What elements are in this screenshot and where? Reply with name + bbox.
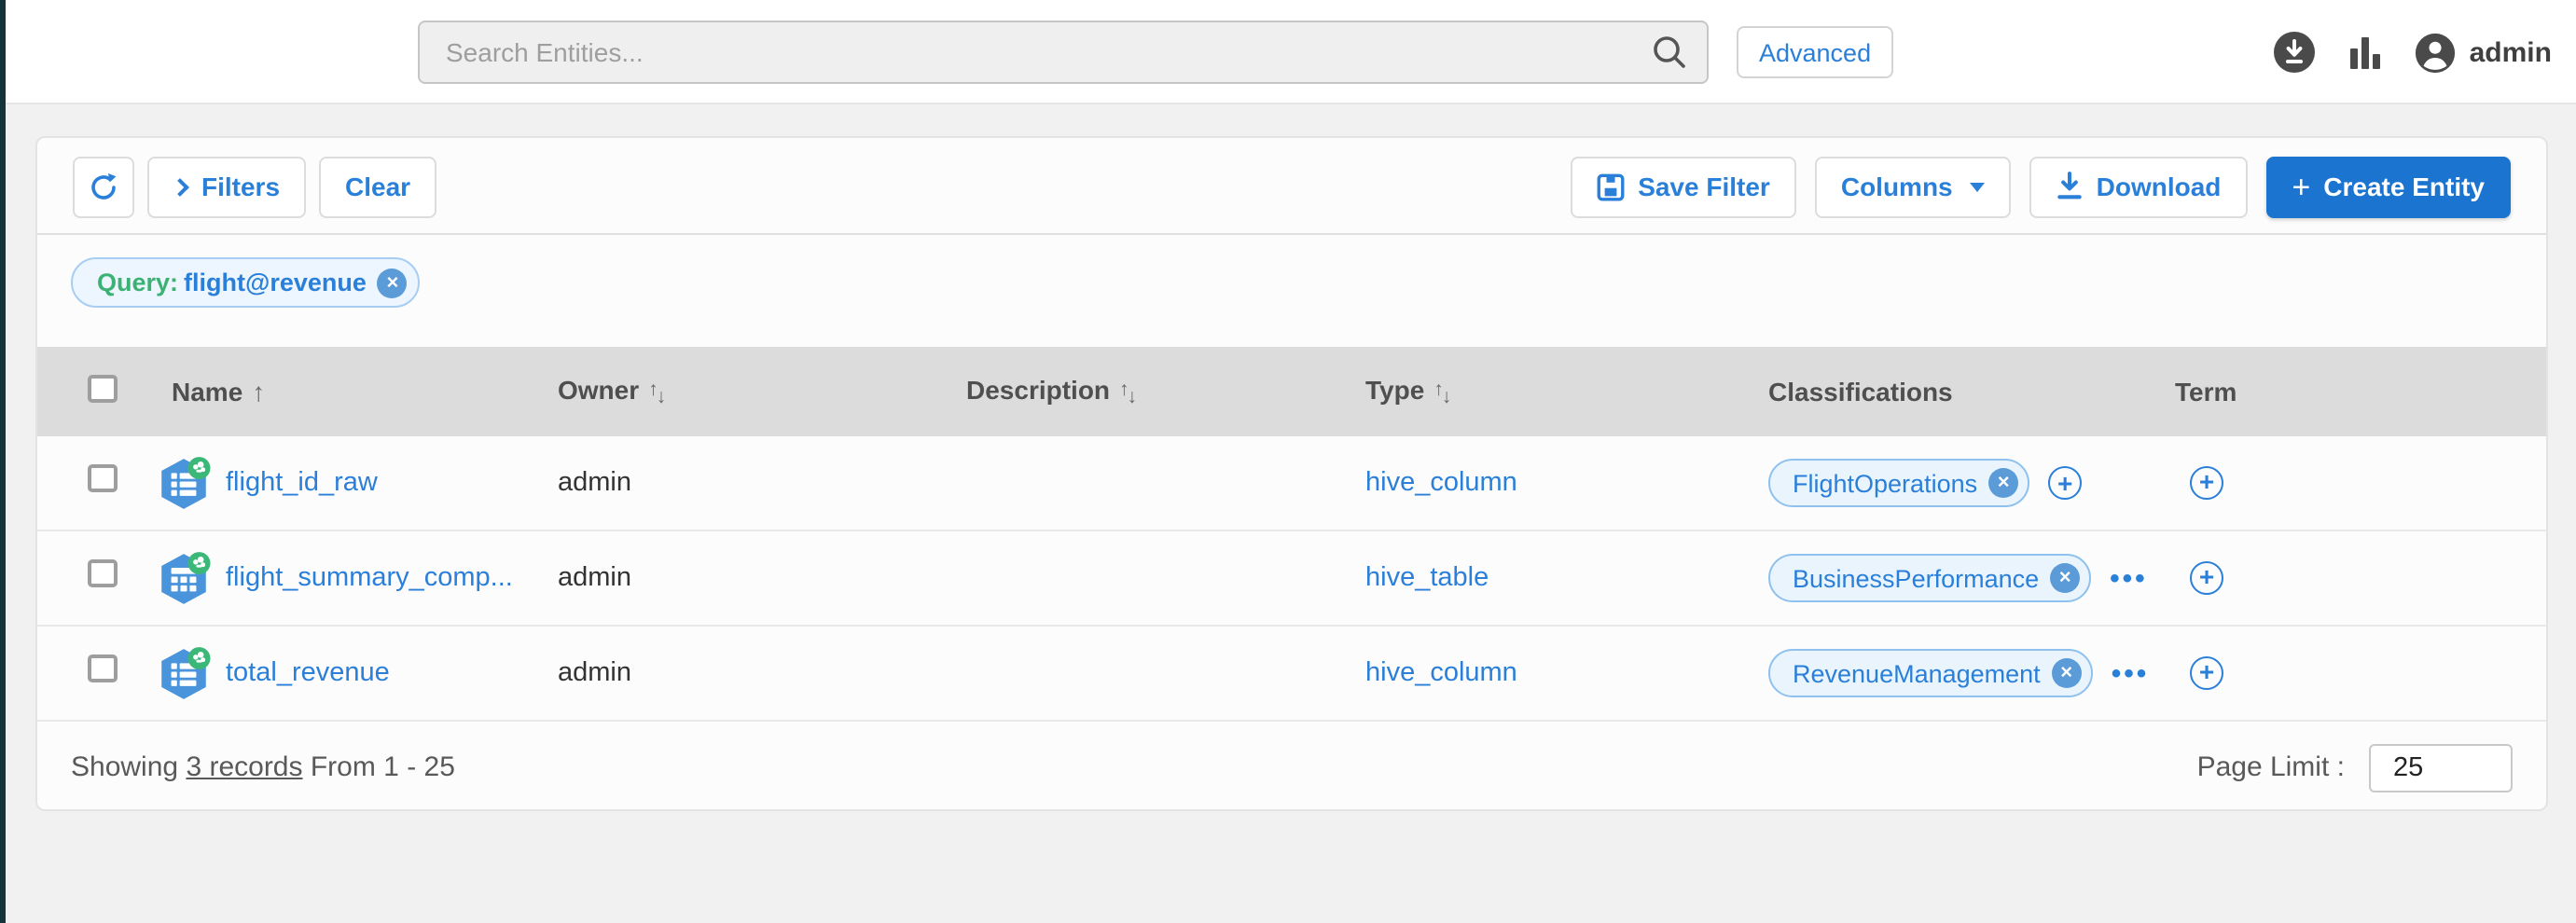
more-classifications-icon[interactable] (2110, 562, 2148, 594)
page-limit-input[interactable] (2369, 743, 2513, 792)
download-icon (2056, 172, 2084, 201)
row-checkbox[interactable] (88, 464, 117, 493)
create-entity-button[interactable]: Create Entity (2265, 156, 2511, 217)
add-classification-icon[interactable] (2048, 466, 2082, 500)
sort-ascending-icon[interactable] (252, 377, 265, 406)
download-circle-icon (2272, 30, 2317, 75)
save-icon (1597, 172, 1625, 200)
table-header: Name Owner Description Type Classificati… (37, 347, 2546, 436)
query-filter-tag[interactable]: Query: flight@revenue (71, 257, 421, 308)
entity-type-icon (155, 644, 213, 702)
export-download-button[interactable] (2272, 30, 2317, 75)
table-row: total_revenue admin hive_column RevenueM… (37, 627, 2546, 722)
chevron-right-icon (171, 177, 189, 196)
entity-type-link[interactable]: hive_column (1365, 658, 1517, 688)
add-term-icon[interactable] (2190, 656, 2223, 690)
search-input[interactable] (418, 21, 1709, 84)
entity-name-link[interactable]: flight_summary_comp... (226, 563, 513, 593)
entity-type-icon (155, 549, 213, 607)
table-body: flight_id_raw admin hive_column FlightOp… (37, 436, 2546, 722)
search-match-highlight-box: flight (226, 468, 283, 498)
clear-button[interactable]: Clear (319, 156, 436, 217)
classification-tag[interactable]: BusinessPerformance (1768, 554, 2091, 602)
hive-table-hexagon-icon (155, 549, 213, 607)
select-all-checkbox[interactable] (88, 375, 117, 404)
username-label: admin (2470, 36, 2552, 68)
entity-type-link[interactable]: hive_table (1365, 563, 1489, 593)
query-tag-value: flight@revenue (184, 269, 367, 296)
search-icon[interactable] (1651, 34, 1688, 71)
table-footer: Showing 3 records From 1 - 25 Page Limit… (37, 722, 2546, 811)
remove-classification-icon[interactable] (2052, 658, 2082, 688)
refresh-button[interactable] (73, 156, 134, 217)
column-header-description[interactable]: Description (966, 375, 1110, 405)
query-tag-key: Query: (97, 269, 178, 296)
left-edge-strip (0, 0, 6, 923)
more-classifications-icon[interactable] (2112, 657, 2150, 689)
records-summary: Showing 3 records From 1 - 25 (71, 751, 455, 783)
column-header-name[interactable]: Name (172, 377, 242, 406)
statistics-button[interactable] (2350, 36, 2380, 68)
table-row: flight_summary_comp... admin hive_table … (37, 531, 2546, 627)
classification-tag[interactable]: RevenueManagement (1768, 649, 2093, 697)
remove-query-filter-icon[interactable] (378, 268, 408, 297)
search-results-card: Filters Clear Save Filter Columns (35, 136, 2548, 811)
table-row: flight_id_raw admin hive_column FlightOp… (37, 436, 2546, 531)
remove-classification-icon[interactable] (1988, 468, 2018, 498)
row-checkbox[interactable] (88, 654, 117, 683)
records-count-link[interactable]: 3 records (186, 751, 302, 783)
plus-icon (2292, 171, 2310, 202)
applied-filters-row: Query: flight@revenue (37, 235, 2546, 347)
remove-classification-icon[interactable] (2050, 563, 2080, 593)
hive-column-hexagon-icon (155, 454, 213, 512)
owner-value: admin (558, 563, 631, 593)
user-menu-button[interactable]: admin (2414, 31, 2552, 74)
page-limit-label: Page Limit : (2197, 751, 2345, 783)
sort-icon[interactable] (1433, 375, 1451, 405)
caret-down-icon (1970, 182, 1985, 191)
owner-value: admin (558, 658, 631, 688)
entity-type-icon (155, 454, 213, 512)
add-term-icon[interactable] (2190, 466, 2223, 500)
add-term-icon[interactable] (2190, 561, 2223, 595)
sort-icon[interactable] (1119, 375, 1137, 405)
column-header-owner[interactable]: Owner (558, 375, 639, 405)
filter-toolbar: Filters Clear Save Filter Columns (37, 138, 2546, 235)
row-checkbox[interactable] (88, 559, 117, 588)
user-avatar-icon (2414, 31, 2457, 74)
owner-value: admin (558, 468, 631, 498)
filters-button[interactable]: Filters (147, 156, 306, 217)
save-filter-button[interactable]: Save Filter (1571, 156, 1796, 217)
search-match-highlight-box: revenue (292, 658, 390, 688)
top-navigation-bar: Advanced admin (0, 0, 2576, 104)
hive-column-hexagon-icon (155, 644, 213, 702)
entity-name-link[interactable]: total_revenue (226, 658, 390, 688)
refresh-icon (88, 171, 119, 202)
search-match-highlight-box: flight (226, 563, 283, 593)
classification-tag[interactable]: FlightOperations (1768, 459, 2029, 507)
column-header-classifications: Classifications (1768, 377, 1953, 406)
download-button[interactable]: Download (2029, 156, 2248, 217)
atlas-search-page: Advanced admin (0, 0, 2576, 923)
column-header-type[interactable]: Type (1365, 375, 1424, 405)
bar-chart-icon (2350, 36, 2380, 68)
sort-icon[interactable] (648, 375, 666, 405)
advanced-search-button[interactable]: Advanced (1737, 26, 1893, 78)
column-header-term: Term (2175, 377, 2237, 406)
entity-type-link[interactable]: hive_column (1365, 468, 1517, 498)
entity-name-link[interactable]: flight_id_raw (226, 468, 378, 498)
columns-dropdown-button[interactable]: Columns (1815, 156, 2011, 217)
